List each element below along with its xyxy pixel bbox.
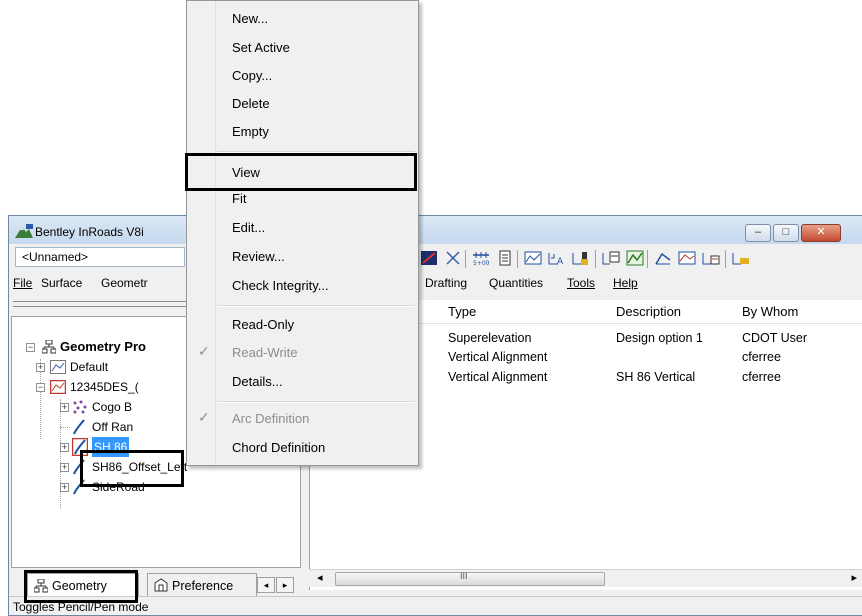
view-highlight-box [185, 153, 417, 191]
active-buffer-icon [50, 380, 66, 394]
annotate-profile-icon[interactable]: A [547, 248, 567, 268]
tree-item-label: 12345DES_( [70, 380, 139, 394]
tab-preferences-label: Preference [172, 579, 234, 593]
menu-item-arc-definition: Arc Definition [232, 411, 310, 426]
menu-item-details[interactable]: Details... [232, 374, 283, 389]
expand-icon[interactable]: + [60, 483, 69, 492]
scroll-right-icon[interactable]: ▸ [851, 571, 857, 584]
menu-geometry[interactable]: Geometr [101, 276, 148, 290]
svg-text:5+00: 5+00 [473, 260, 490, 266]
inroads-app-icon [15, 224, 33, 238]
menu-item-fit[interactable]: Fit [232, 191, 246, 206]
tab-preferences[interactable]: Preference [147, 573, 257, 597]
minimize-button[interactable]: – [745, 224, 771, 242]
menu-file[interactable]: File [13, 276, 32, 290]
station-icon[interactable]: 5+00 [471, 248, 491, 268]
menu-item-check-integrity[interactable]: Check Integrity... [232, 278, 329, 293]
tree-item-label: Cogo B [92, 400, 133, 414]
sh86-highlight-box [80, 450, 184, 487]
menu-item-edit[interactable]: Edit... [232, 220, 265, 235]
surface-view-icon[interactable] [625, 248, 645, 268]
scroll-thumb[interactable]: III [335, 571, 605, 586]
menu-drafting[interactable]: Drafting [425, 276, 467, 290]
menu-quantities[interactable]: Quantities [489, 276, 543, 290]
tab-scroll-right-button[interactable]: ▸ [276, 577, 294, 593]
checkmark-icon: ✓ [198, 343, 210, 359]
menu-item-review[interactable]: Review... [232, 249, 285, 264]
menu-item-delete[interactable]: Delete [232, 96, 270, 111]
menu-item-copy[interactable]: Copy... [232, 68, 272, 83]
menu-item-read-write: Read-Write [232, 345, 298, 360]
tab-scroll-left-icon: ◂ [263, 580, 269, 590]
maximize-button[interactable]: □ [773, 224, 799, 242]
alignment-icon [73, 419, 85, 435]
context-menu: New... Set Active Copy... Delete Empty V… [186, 0, 419, 466]
menu-item-read-only[interactable]: Read-Only [232, 317, 294, 332]
cell-by-whom: CDOT User [742, 331, 808, 345]
geometry-tab-highlight-box [24, 570, 138, 603]
cross-icon[interactable] [443, 248, 463, 268]
collapse-icon[interactable]: − [26, 343, 35, 352]
cell-by-whom: cferree [742, 370, 781, 384]
report-icon[interactable] [495, 248, 515, 268]
profile-3-icon[interactable] [701, 248, 721, 268]
tab-scroll-left-button[interactable]: ◂ [257, 577, 275, 593]
menu-item-set-active[interactable]: Set Active [232, 40, 290, 55]
collapse-icon[interactable]: − [36, 383, 45, 392]
project-combo[interactable]: <Unnamed> [15, 247, 185, 267]
close-button[interactable]: ✕ [801, 224, 841, 242]
expand-icon[interactable]: + [36, 363, 45, 372]
locate-graphics-icon[interactable] [419, 248, 439, 268]
close-icon: ✕ [816, 226, 826, 238]
toolbar: <Unnamed> 5+00 A [9, 244, 862, 272]
column-header-type[interactable]: Type [448, 304, 476, 319]
tree-item-label: Off Ran [92, 420, 134, 434]
menu-help[interactable]: Help [613, 276, 638, 290]
tree-item-label: Default [70, 360, 109, 374]
preferences-tab-icon [154, 578, 168, 592]
tab-scroll-right-icon: ▸ [282, 580, 288, 590]
checkmark-icon: ✓ [198, 409, 210, 425]
expand-icon[interactable]: + [60, 403, 69, 412]
cell-by-whom: cferree [742, 350, 781, 364]
menu-item-empty[interactable]: Empty [232, 124, 269, 139]
menu-item-new[interactable]: New... [232, 11, 268, 26]
cogo-points-icon [73, 400, 87, 414]
maximize-icon: □ [782, 226, 790, 238]
scroll-grip: III [460, 571, 468, 581]
profile-paint-icon[interactable] [571, 248, 591, 268]
cell-type: Vertical Alignment [448, 350, 548, 364]
geometry-project-icon [42, 340, 56, 354]
title-bar[interactable]: Bentley InRoads V8i – □ ✕ [9, 216, 862, 244]
horizontal-scrollbar[interactable]: ◂ III ▸ [309, 569, 862, 587]
column-header-description[interactable]: Description [616, 304, 681, 319]
cogo-buffer-icon [50, 360, 66, 374]
expand-icon[interactable]: + [60, 443, 69, 452]
cell-type: Vertical Alignment [448, 370, 548, 384]
svg-text:A: A [557, 257, 564, 266]
scroll-left-icon[interactable]: ◂ [317, 571, 323, 584]
tree-root-label: Geometry Pro [60, 339, 146, 354]
superelevation-icon[interactable] [653, 248, 673, 268]
menu-item-chord-definition[interactable]: Chord Definition [232, 440, 325, 455]
cell-description: SH 86 Vertical [616, 370, 696, 384]
cross-section-2-icon[interactable] [731, 248, 751, 268]
cell-description: Design option 1 [616, 331, 703, 345]
window-title: Bentley InRoads V8i [35, 225, 144, 239]
column-header-by-whom[interactable]: By Whom [742, 304, 798, 319]
minimize-icon: – [754, 226, 762, 238]
menu-bar: File Surface Geometr Drafting Quantities… [9, 273, 862, 294]
menu-tools[interactable]: Tools [567, 276, 595, 290]
inroads-window: Bentley InRoads V8i – □ ✕ <Unnamed> 5+00… [8, 215, 862, 616]
expand-icon[interactable]: + [60, 463, 69, 472]
menu-surface[interactable]: Surface [41, 276, 82, 290]
profile-icon[interactable] [523, 248, 543, 268]
cell-type: Superelevation [448, 331, 532, 345]
cross-section-icon[interactable] [601, 248, 621, 268]
profile-2-icon[interactable] [677, 248, 697, 268]
